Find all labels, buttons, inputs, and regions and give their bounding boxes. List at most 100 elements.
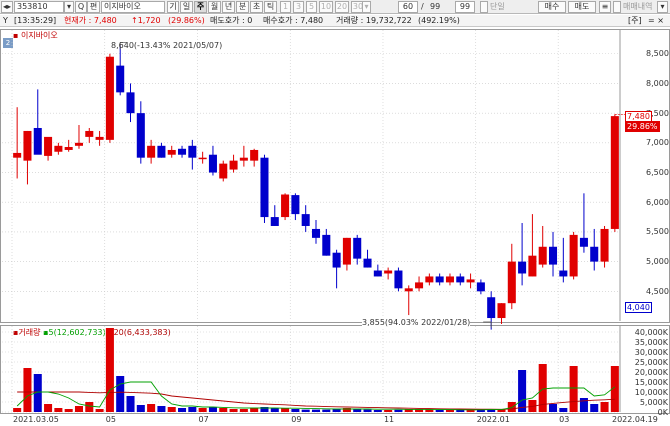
volume-bar bbox=[415, 409, 424, 412]
candle-body bbox=[13, 152, 22, 158]
volume-bar bbox=[590, 404, 599, 412]
volume-bar bbox=[250, 408, 259, 412]
candle-body bbox=[507, 261, 516, 304]
volume-bar bbox=[157, 406, 166, 412]
candle-body bbox=[74, 142, 84, 146]
candle-body bbox=[188, 145, 197, 158]
candle-body bbox=[126, 92, 135, 114]
candle-body bbox=[260, 157, 269, 218]
candle-body bbox=[373, 270, 382, 277]
volume-y-label: 25,000K bbox=[634, 357, 668, 367]
candle-body bbox=[579, 237, 588, 247]
candle-body bbox=[528, 255, 537, 277]
volume-bar bbox=[559, 408, 568, 412]
candle-body bbox=[415, 282, 424, 289]
candle-body bbox=[229, 160, 238, 170]
x-axis-label: 11 bbox=[383, 415, 395, 424]
volume-bar bbox=[167, 407, 176, 412]
price-y-label: 6,500 bbox=[646, 168, 669, 178]
price-y-label: 7,000 bbox=[646, 138, 669, 148]
candle-body bbox=[167, 149, 176, 155]
candle-body bbox=[116, 65, 125, 93]
candle-body bbox=[64, 146, 73, 150]
price-y-label: 8,500 bbox=[646, 49, 669, 59]
price-y-label: 4,500 bbox=[646, 286, 669, 296]
volume-bar bbox=[291, 409, 300, 412]
candle-body bbox=[178, 148, 187, 155]
candle-body bbox=[487, 297, 496, 319]
volume-y-label: 10,000K bbox=[634, 387, 668, 397]
candle-body bbox=[311, 228, 321, 238]
candle-body bbox=[425, 276, 434, 283]
volume-bar bbox=[178, 408, 187, 412]
volume-bar bbox=[23, 368, 32, 412]
volume-bar bbox=[136, 405, 145, 412]
volume-y-label: 30,000K bbox=[634, 347, 668, 357]
candle-body bbox=[198, 157, 207, 160]
volume-bar bbox=[579, 398, 588, 412]
x-axis-label: 2022.04.19 bbox=[612, 415, 658, 424]
candle-body bbox=[54, 145, 63, 152]
x-axis-label: 2021.03.05 bbox=[13, 415, 59, 424]
candle-body bbox=[23, 130, 32, 161]
x-axis-label: 07 bbox=[198, 415, 209, 424]
volume-bar bbox=[239, 409, 248, 412]
candle-body bbox=[281, 194, 290, 218]
current-pct-tag: 29.86% bbox=[625, 121, 660, 132]
volume-bar bbox=[188, 407, 197, 412]
max-annotation: 8,640(-13.43% 2021/05/07) bbox=[111, 41, 223, 50]
candle-body bbox=[105, 56, 114, 140]
candle-body bbox=[85, 130, 94, 137]
candle-body bbox=[569, 234, 578, 277]
volume-bar bbox=[105, 328, 114, 412]
volume-bar bbox=[363, 409, 372, 412]
volume-bar bbox=[466, 410, 475, 412]
price-y-label: 5,500 bbox=[646, 227, 669, 237]
volume-bar bbox=[476, 410, 485, 412]
candle-body bbox=[219, 163, 228, 179]
x-axis-label: 03 bbox=[559, 415, 570, 424]
volume-bar bbox=[548, 404, 558, 412]
candle-body bbox=[435, 276, 444, 283]
volume-bar bbox=[384, 410, 393, 412]
candlestick-chart[interactable] bbox=[0, 0, 670, 426]
candle-body bbox=[476, 282, 485, 292]
candle-body bbox=[353, 237, 362, 259]
candle-body bbox=[363, 258, 372, 268]
volume-bar bbox=[126, 396, 135, 412]
volume-bar bbox=[332, 409, 341, 412]
volume-bar bbox=[322, 409, 331, 412]
volume-bar bbox=[311, 409, 321, 412]
x-axis-label: 09 bbox=[291, 415, 302, 424]
candle-body bbox=[538, 246, 547, 265]
candle-body bbox=[270, 217, 279, 226]
volume-y-label: 35,000K bbox=[634, 337, 668, 347]
volume-bar bbox=[147, 404, 156, 412]
candle-body bbox=[301, 214, 310, 226]
candle-body bbox=[147, 145, 156, 158]
candle-body bbox=[95, 136, 104, 140]
volume-bar bbox=[229, 409, 238, 412]
volume-bar bbox=[44, 404, 53, 412]
candle-body bbox=[610, 116, 619, 229]
candle-body bbox=[518, 261, 527, 274]
volume-bar bbox=[301, 409, 310, 412]
volume-bar bbox=[425, 409, 434, 412]
volume-bar bbox=[219, 408, 228, 412]
candle-body bbox=[33, 127, 42, 155]
price-y-label: 8,000 bbox=[646, 78, 669, 88]
candle-body bbox=[384, 270, 393, 274]
price-y-label: 6,000 bbox=[646, 197, 669, 207]
candle-body bbox=[394, 270, 403, 289]
volume-y-label: 15,000K bbox=[634, 377, 668, 387]
volume-bar bbox=[435, 410, 444, 412]
volume-y-label: 20,000K bbox=[634, 367, 668, 377]
candle-body bbox=[208, 154, 217, 173]
candle-body bbox=[548, 246, 558, 265]
volume-bar bbox=[208, 407, 217, 412]
candle-body bbox=[44, 136, 53, 156]
volume-bar bbox=[373, 410, 382, 412]
candle-body bbox=[466, 279, 475, 283]
candle-body bbox=[497, 303, 506, 319]
volume-bar bbox=[13, 408, 22, 412]
